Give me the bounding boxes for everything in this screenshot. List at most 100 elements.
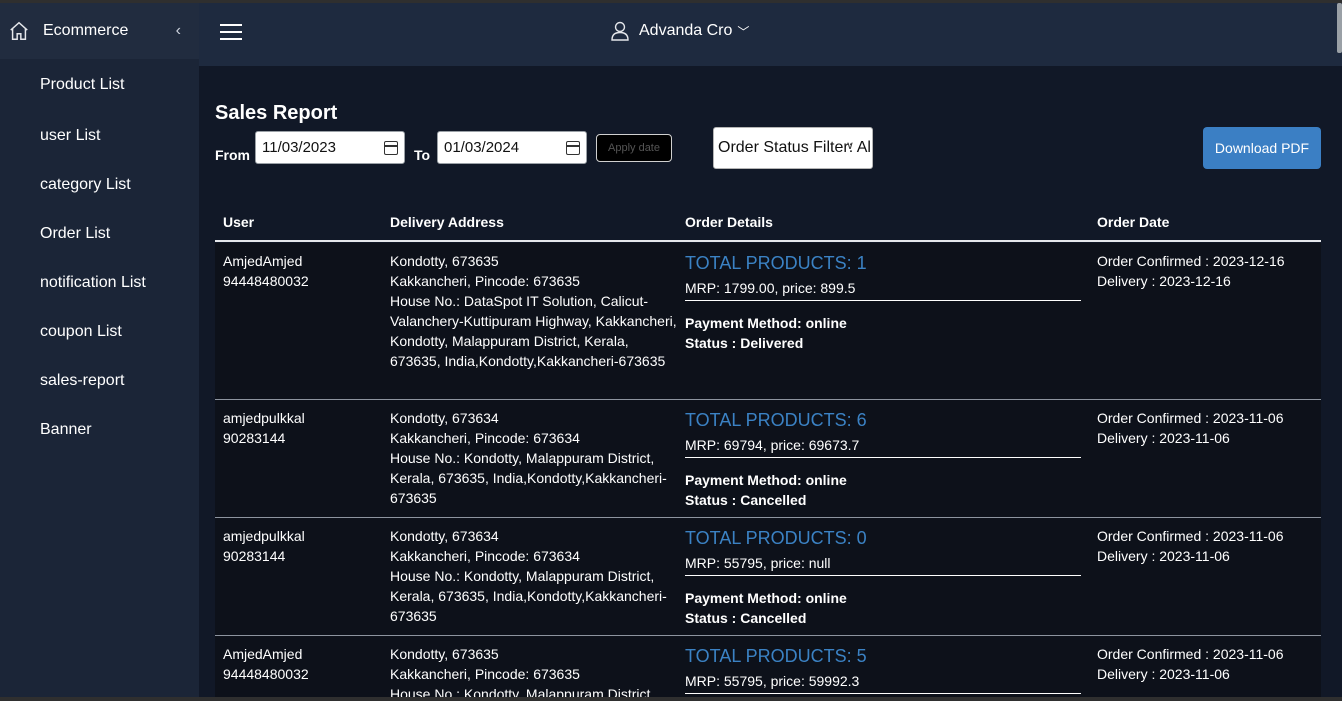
order-confirmed-date: Order Confirmed : 2023-11-06 [1097, 528, 1284, 544]
user-name: Advanda Cro [639, 22, 733, 39]
chevron-down-icon: ﹀ [737, 24, 750, 39]
calendar-icon[interactable] [384, 141, 398, 155]
address-line: Kakkancheri, Pincode: 673634 [390, 548, 580, 564]
collapse-sidebar-icon[interactable]: ‹ [176, 22, 181, 40]
order-status-filter-select[interactable]: Order Status Filter: All ∨ [713, 127, 873, 169]
to-date-input[interactable]: 01/03/2024 [437, 131, 587, 164]
address-cell: Kondotty, 673634 Kakkancheri, Pincode: 6… [390, 408, 680, 508]
delivery-date: Delivery : 2023-11-06 [1097, 430, 1230, 446]
sidebar-brand[interactable]: Ecommerce ‹ [0, 3, 199, 59]
calendar-icon[interactable] [566, 141, 580, 155]
column-header-order-details: Order Details [685, 214, 773, 230]
apply-date-button[interactable]: Apply date [596, 134, 672, 162]
window-bottom-border [0, 697, 1342, 701]
user-name: amjedpulkkal [223, 528, 305, 544]
sidebar-item-order-list[interactable]: Order List [0, 209, 199, 258]
user-name: AmjedAmjed [223, 646, 303, 662]
sidebar-item-sales-report[interactable]: sales-report [0, 356, 199, 405]
delivery-date: Delivery : 2023-11-06 [1097, 666, 1230, 682]
address-line: Kakkancheri, Pincode: 673634 [390, 430, 580, 446]
sidebar-nav: Product List user List category List Ord… [0, 59, 199, 454]
order-details-cell: TOTAL PRODUCTS: 5 MRP: 55795, price: 599… [685, 644, 1081, 700]
address-cell: Kondotty, 673635 Kakkancheri, Pincode: 6… [390, 644, 680, 700]
address-line: Kondotty, 673635 [390, 646, 499, 662]
user-cell: AmjedAmjed 94448480032 [223, 251, 383, 291]
total-products-link[interactable]: TOTAL PRODUCTS: 6 [685, 408, 1081, 432]
address-line: Kakkancheri, Pincode: 673635 [390, 273, 580, 289]
from-label: From [215, 147, 250, 163]
user-name: amjedpulkkal [223, 410, 305, 426]
delivery-date: Delivery : 2023-11-06 [1097, 548, 1230, 564]
order-date-cell: Order Confirmed : 2023-11-06 Delivery : … [1097, 408, 1317, 448]
order-date-cell: Order Confirmed : 2023-11-06 Delivery : … [1097, 526, 1317, 566]
scrollbar-thumb[interactable] [1337, 3, 1342, 53]
order-date-cell: Order Confirmed : 2023-12-16 Delivery : … [1097, 251, 1317, 291]
payment-method: Payment Method: online [685, 590, 847, 606]
column-header-order-date: Order Date [1097, 214, 1170, 230]
user-phone: 94448480032 [223, 666, 309, 682]
order-status: Status : Cancelled [685, 610, 807, 626]
table-row: AmjedAmjed 94448480032 Kondotty, 673635 … [215, 243, 1321, 400]
page-title: Sales Report [215, 102, 338, 124]
order-status: Status : Delivered [685, 335, 804, 351]
total-products-link[interactable]: TOTAL PRODUCTS: 5 [685, 644, 1081, 668]
home-icon [10, 21, 28, 40]
hamburger-menu-icon[interactable] [220, 24, 242, 42]
table-row: AmjedAmjed 94448480032 Kondotty, 673635 … [215, 636, 1321, 700]
address-line: Kakkancheri, Pincode: 673635 [390, 666, 580, 682]
user-cell: amjedpulkkal 90283144 [223, 408, 383, 448]
table-row: amjedpulkkal 90283144 Kondotty, 673634 K… [215, 400, 1321, 518]
price-text: MRP: 69794, price: 69673.7 [685, 435, 1081, 458]
top-header: Advanda Cro ﹀ [199, 3, 1342, 66]
price-text: MRP: 55795, price: 59992.3 [685, 671, 1081, 694]
order-details-cell: TOTAL PRODUCTS: 1 MRP: 1799.00, price: 8… [685, 251, 1081, 353]
order-details-cell: TOTAL PRODUCTS: 6 MRP: 69794, price: 696… [685, 408, 1081, 510]
order-confirmed-date: Order Confirmed : 2023-11-06 [1097, 410, 1284, 426]
download-pdf-button[interactable]: Download PDF [1203, 127, 1321, 169]
filter-bar: From 11/03/2023 To 01/03/2024 Apply date… [215, 127, 1321, 175]
chevron-down-icon: ∨ [846, 140, 855, 152]
order-status: Status : Cancelled [685, 492, 807, 508]
from-date-input[interactable]: 11/03/2023 [255, 131, 405, 164]
sidebar-item-user-list[interactable]: user List [0, 111, 199, 160]
sidebar-item-notification-list[interactable]: notification List [0, 258, 199, 307]
address-line: House No.: Kondotty, Malappuram District… [390, 450, 667, 506]
address-cell: Kondotty, 673634 Kakkancheri, Pincode: 6… [390, 526, 680, 626]
price-text: MRP: 55795, price: null [685, 553, 1081, 576]
table-header: User Delivery Address Order Details Orde… [215, 211, 1321, 242]
sidebar-item-coupon-list[interactable]: coupon List [0, 307, 199, 356]
sidebar-item-category-list[interactable]: category List [0, 160, 199, 209]
order-details-cell: TOTAL PRODUCTS: 0 MRP: 55795, price: nul… [685, 526, 1081, 628]
user-phone: 94448480032 [223, 273, 309, 289]
order-confirmed-date: Order Confirmed : 2023-12-16 [1097, 253, 1285, 269]
column-header-delivery-address: Delivery Address [390, 214, 504, 230]
user-cell: amjedpulkkal 90283144 [223, 526, 383, 566]
order-confirmed-date: Order Confirmed : 2023-11-06 [1097, 646, 1284, 662]
to-label: To [414, 147, 431, 163]
table-row: amjedpulkkal 90283144 Kondotty, 673634 K… [215, 518, 1321, 636]
address-line: House No.: DataSpot IT Solution, Calicut… [390, 293, 677, 369]
user-phone: 90283144 [223, 548, 286, 564]
user-icon [611, 21, 629, 41]
sidebar-item-banner[interactable]: Banner [0, 405, 199, 454]
price-text: MRP: 1799.00, price: 899.5 [685, 278, 1081, 301]
address-line: Kondotty, 673635 [390, 253, 499, 269]
payment-method: Payment Method: online [685, 315, 847, 331]
address-line: Kondotty, 673634 [390, 410, 499, 426]
sales-table-body: AmjedAmjed 94448480032 Kondotty, 673635 … [215, 243, 1321, 700]
order-date-cell: Order Confirmed : 2023-11-06 Delivery : … [1097, 644, 1317, 684]
payment-method: Payment Method: online [685, 472, 847, 488]
address-cell: Kondotty, 673635 Kakkancheri, Pincode: 6… [390, 251, 680, 371]
total-products-link[interactable]: TOTAL PRODUCTS: 1 [685, 251, 1081, 275]
sidebar: Ecommerce ‹ Product List user List categ… [0, 3, 199, 701]
user-phone: 90283144 [223, 430, 286, 446]
address-line: Kondotty, 673634 [390, 528, 499, 544]
sidebar-item-product-list[interactable]: Product List [0, 59, 199, 111]
column-header-user: User [223, 214, 255, 230]
delivery-date: Delivery : 2023-12-16 [1097, 273, 1231, 289]
total-products-link[interactable]: TOTAL PRODUCTS: 0 [685, 526, 1081, 550]
brand-title: Ecommerce [43, 22, 129, 39]
user-name: AmjedAmjed [223, 253, 303, 269]
user-cell: AmjedAmjed 94448480032 [223, 644, 383, 684]
user-menu[interactable]: Advanda Cro ﹀ [611, 21, 749, 41]
